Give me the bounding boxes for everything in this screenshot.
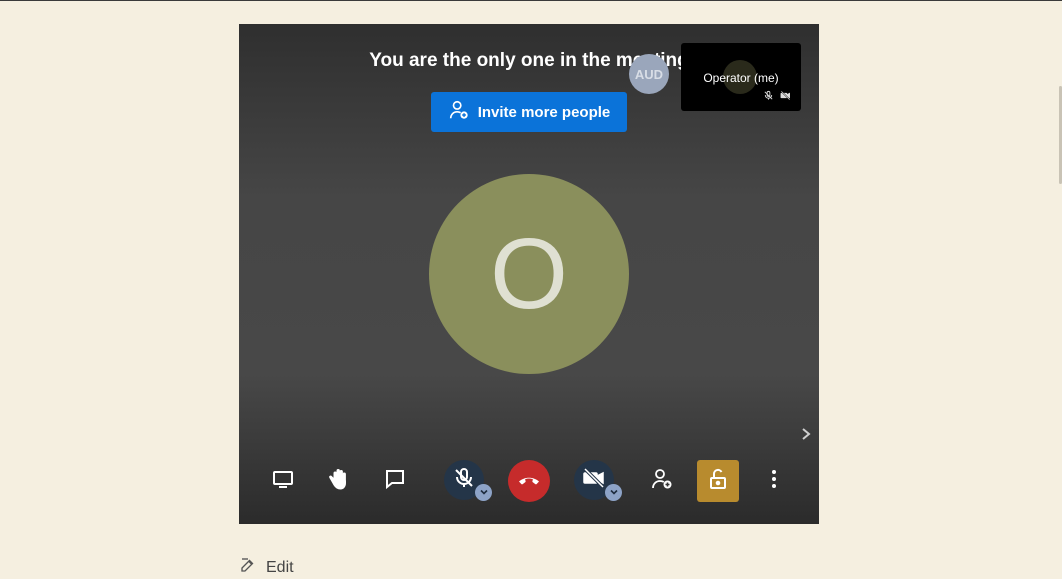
raise-hand-button[interactable] — [318, 460, 360, 502]
chat-button[interactable] — [374, 460, 416, 502]
meeting-toolbar — [239, 460, 819, 506]
more-options-button[interactable] — [753, 460, 795, 502]
self-video-tile[interactable]: Operator (me) — [681, 43, 801, 111]
self-name: Operator (me) — [703, 71, 779, 85]
mic-options-button[interactable] — [475, 484, 492, 501]
screen-share-button[interactable] — [262, 460, 304, 502]
hang-up-button[interactable] — [508, 460, 550, 502]
chat-icon — [383, 467, 407, 496]
hangup-icon — [517, 467, 541, 496]
chevron-down-icon — [609, 484, 619, 502]
add-participant-icon — [650, 467, 674, 496]
tile-mic-muted-icon — [763, 88, 774, 106]
chevron-right-icon[interactable] — [799, 426, 813, 442]
participant-avatar: O — [429, 174, 629, 374]
pencil-icon — [239, 556, 257, 579]
edit-link[interactable]: Edit — [239, 556, 294, 579]
camera-off-icon — [582, 466, 606, 495]
more-vert-icon — [762, 467, 786, 496]
mic-muted-icon — [452, 466, 476, 495]
tile-camera-off-icon — [780, 88, 791, 106]
screen-share-icon — [271, 467, 295, 496]
chevron-down-icon — [479, 484, 489, 502]
invite-more-people-button[interactable]: Invite more people — [431, 92, 627, 132]
unlock-icon — [706, 467, 730, 496]
camera-options-button[interactable] — [605, 484, 622, 501]
audience-avatar[interactable]: AUD — [629, 54, 669, 94]
add-participant-button[interactable] — [641, 460, 683, 502]
meeting-panel: You are the only one in the meeting Invi… — [239, 24, 819, 524]
add-person-icon — [448, 99, 470, 125]
raise-hand-icon — [327, 467, 351, 496]
lock-meeting-button[interactable] — [697, 460, 739, 502]
edit-label: Edit — [266, 558, 294, 576]
top-border — [0, 0, 1062, 1]
invite-label: Invite more people — [477, 103, 611, 121]
